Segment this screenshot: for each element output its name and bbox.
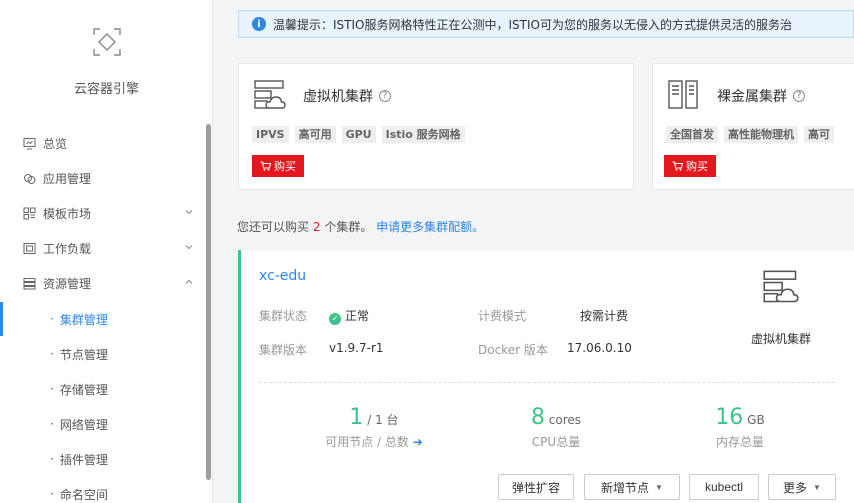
sidebar-subitem-label: 命名空间 xyxy=(59,487,108,502)
version-value: v1.9.7-r1 xyxy=(329,341,384,355)
workload-icon xyxy=(22,241,36,255)
scale-out-button[interactable]: 弹性扩容 xyxy=(498,474,574,500)
chevron-down-icon xyxy=(185,245,193,250)
kubectl-button[interactable]: kubectl xyxy=(689,474,759,500)
info-icon: i xyxy=(252,17,266,31)
chevron-up-icon xyxy=(185,279,193,284)
stat-label: 可用节点 / 总数 ➜ xyxy=(325,435,423,449)
billing-label: 计费模式 xyxy=(478,309,527,323)
caret-down-icon: ▼ xyxy=(813,482,821,492)
stat-value: 1 xyxy=(349,405,364,430)
sidebar-subitem-label: 节点管理 xyxy=(59,347,108,362)
feature-tag: 高可 xyxy=(804,126,834,143)
active-indicator xyxy=(0,302,3,336)
app-icon xyxy=(22,171,36,185)
cluster-type-label: 虚拟机集群 xyxy=(750,332,811,346)
sidebar-subitem-label: 集群管理 xyxy=(59,312,108,327)
feature-tag: 全国首发 xyxy=(666,126,718,143)
card-title: 虚拟机集群 ? xyxy=(303,86,391,106)
caret-down-icon: ▼ xyxy=(655,482,663,492)
sidebar: 云容器引擎 总览 应用管理 模板市场 工作负载 资源管理 · 集群管理 · 节点… xyxy=(0,0,213,503)
vm-cluster-card: 虚拟机集群 ? IPVS 高可用 GPU Istio 服务网格 购买 xyxy=(238,63,634,190)
buy-vm-cluster-button[interactable]: 购买 xyxy=(252,155,304,177)
container-engine-logo-icon xyxy=(93,28,121,56)
sidebar-item-label: 工作负载 xyxy=(43,241,92,256)
cluster-card: xc-edu 集群状态 ✓ 正常 计费模式 按需计费 集群版本 v1.9.7-r1… xyxy=(238,250,854,503)
status-value: ✓ 正常 xyxy=(329,307,369,325)
bare-metal-cluster-card: 裸金属集群 ? 全国首发 高性能物理机 高可 购买 xyxy=(652,63,854,190)
feature-tags: IPVS 高可用 GPU Istio 服务网格 xyxy=(252,126,465,143)
sidebar-item-apps[interactable]: 应用管理 xyxy=(0,161,206,195)
stat-value: 8 xyxy=(530,405,545,430)
sidebar-item-overview[interactable]: 总览 xyxy=(0,126,206,160)
feature-tag: GPU xyxy=(341,126,376,143)
nodes-stat: 1 / 1 台 可用节点 / 总数 ➜ xyxy=(299,405,449,450)
more-button[interactable]: 更多 ▼ xyxy=(768,474,836,500)
quota-text: 您还可以购买 2 个集群。 申请更多集群配额。 xyxy=(237,220,485,234)
arrow-right-icon[interactable]: ➜ xyxy=(413,435,423,449)
version-label: 集群版本 xyxy=(259,343,308,357)
bare-metal-icon xyxy=(668,80,698,109)
feature-tag: 高性能物理机 xyxy=(724,126,798,143)
chevron-down-icon xyxy=(185,210,193,215)
resource-icon xyxy=(22,276,36,290)
docker-value: 17.06.0.10 xyxy=(567,341,632,355)
cart-icon xyxy=(260,161,271,171)
dashboard-icon xyxy=(22,136,36,150)
stat-label: 内存总量 xyxy=(715,435,764,449)
vm-cluster-icon xyxy=(763,270,799,303)
request-quota-link[interactable]: 申请更多集群配额。 xyxy=(376,220,484,234)
add-node-button[interactable]: 新增节点 ▼ xyxy=(584,474,680,500)
cart-icon xyxy=(672,161,683,171)
stat-unit: cores xyxy=(548,413,582,427)
billing-value: 按需计费 xyxy=(580,309,629,323)
stat-unit: / 1 台 xyxy=(367,413,399,427)
divider xyxy=(259,382,835,383)
sidebar-subitem-storage[interactable]: · 存储管理 xyxy=(0,372,206,406)
sidebar-item-label: 模板市场 xyxy=(43,206,92,221)
sidebar-item-workloads[interactable]: 工作负载 xyxy=(0,231,206,265)
stat-unit: GB xyxy=(747,413,765,427)
stat-label: CPU总量 xyxy=(531,435,581,449)
sidebar-subitem-namespaces[interactable]: · 命名空间 xyxy=(0,477,206,503)
feature-tag: IPVS xyxy=(252,126,289,143)
sidebar-subitem-nodes[interactable]: · 节点管理 xyxy=(0,337,206,371)
card-title: 裸金属集群 ? xyxy=(717,86,805,106)
sidebar-subitem-clusters[interactable]: · 集群管理 xyxy=(0,302,206,336)
stat-value: 16 xyxy=(715,405,744,430)
docker-label: Docker 版本 xyxy=(478,343,548,357)
sidebar-subitem-addons[interactable]: · 插件管理 xyxy=(0,442,206,476)
sidebar-subitem-label: 插件管理 xyxy=(59,452,108,467)
help-icon[interactable]: ? xyxy=(379,90,391,102)
check-icon: ✓ xyxy=(329,312,341,325)
cluster-name-link[interactable]: xc-edu xyxy=(259,268,306,284)
help-icon[interactable]: ? xyxy=(793,90,805,102)
sidebar-item-label: 资源管理 xyxy=(43,276,92,291)
sidebar-item-label: 应用管理 xyxy=(43,171,92,186)
notice-banner: i 温馨提示：ISTIO服务网格特性正在公测中，ISTIO可为您的服务以无侵入的… xyxy=(238,10,854,38)
feature-tags: 全国首发 高性能物理机 高可 xyxy=(666,126,834,143)
sidebar-item-resources[interactable]: 资源管理 xyxy=(0,266,206,300)
buy-bare-metal-button[interactable]: 购买 xyxy=(664,155,716,177)
sidebar-item-label: 总览 xyxy=(43,136,68,151)
notice-text: 温馨提示：ISTIO服务网格特性正在公测中，ISTIO可为您的服务以无侵入的方式… xyxy=(273,17,792,32)
memory-stat: 16 GB 内存总量 xyxy=(665,405,815,450)
sidebar-subitem-network[interactable]: · 网络管理 xyxy=(0,407,206,441)
sidebar-item-templates[interactable]: 模板市场 xyxy=(0,196,206,230)
status-label: 集群状态 xyxy=(259,309,308,323)
feature-tag: 高可用 xyxy=(294,126,336,143)
sidebar-scrollbar[interactable] xyxy=(206,124,211,480)
feature-tag: Istio 服务网格 xyxy=(381,126,465,143)
brand-name: 云容器引擎 xyxy=(73,82,139,97)
cpu-stat: 8 cores CPU总量 xyxy=(481,405,631,450)
quota-count: 2 xyxy=(312,220,321,234)
vm-cluster-icon xyxy=(254,80,286,109)
sidebar-subitem-label: 网络管理 xyxy=(59,417,108,432)
sidebar-subitem-label: 存储管理 xyxy=(59,382,108,397)
template-icon xyxy=(22,206,36,220)
